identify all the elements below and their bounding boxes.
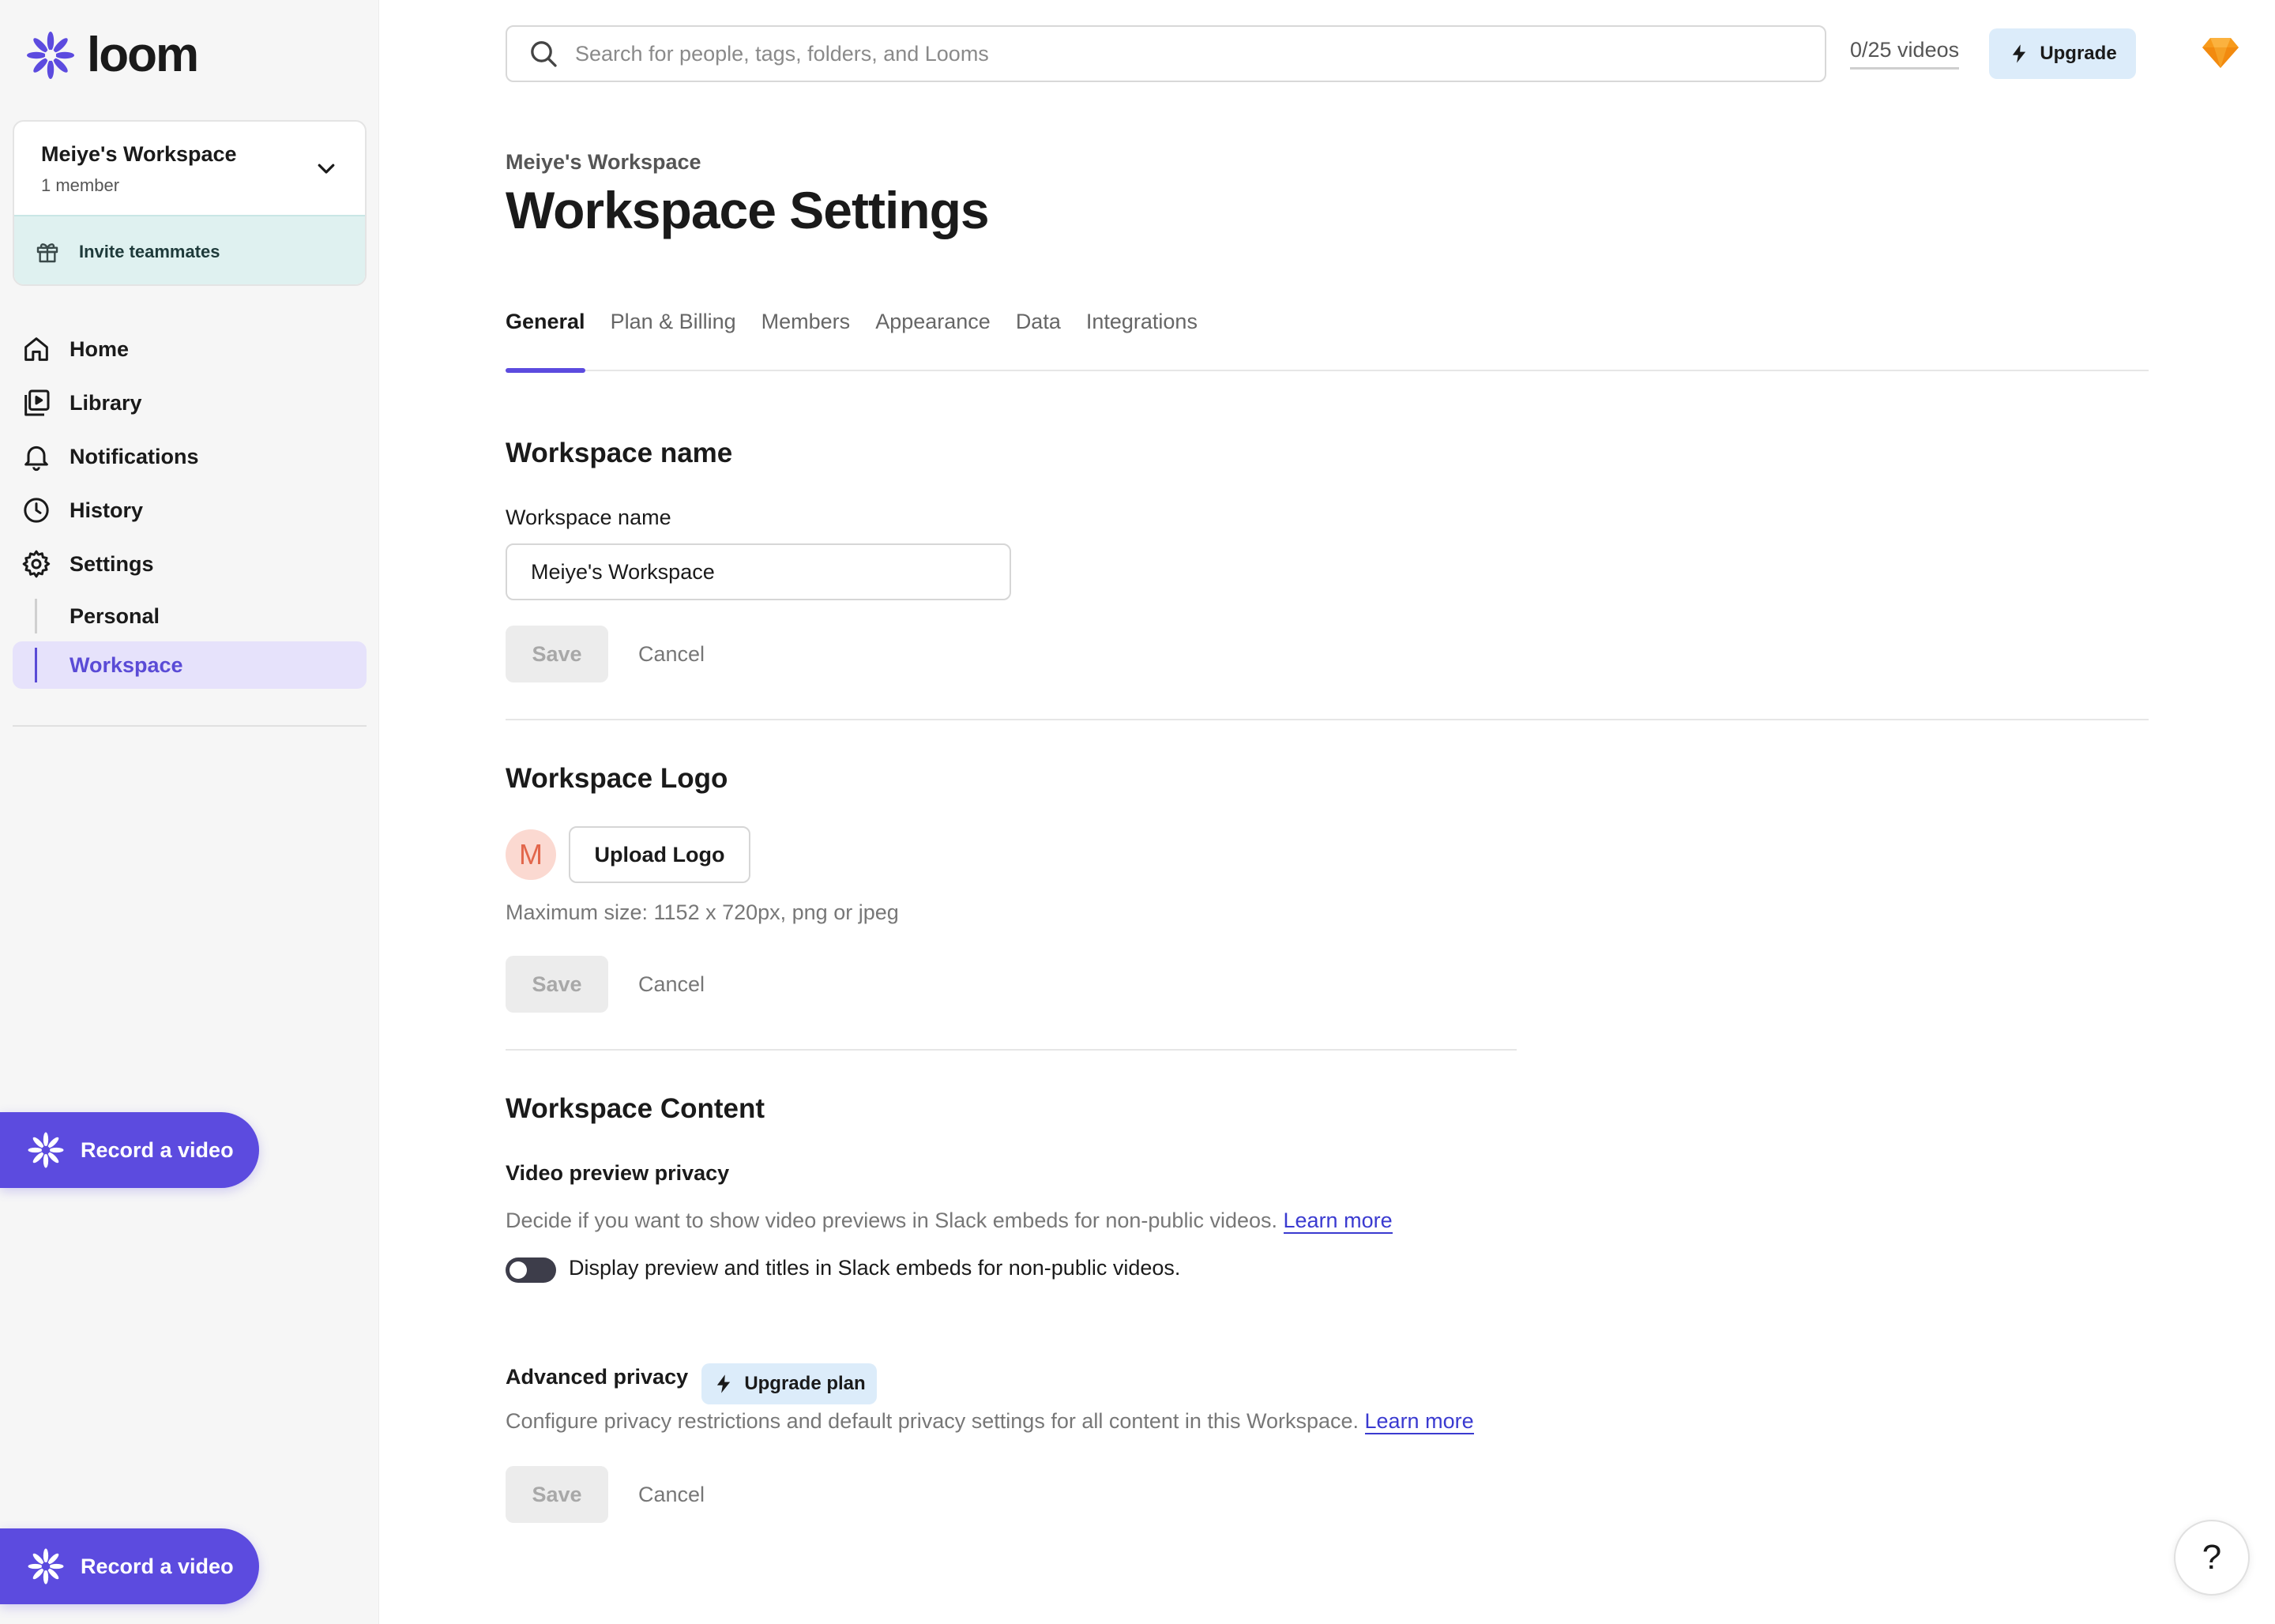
workspace-logo-heading: Workspace Logo [506,763,728,794]
sidebar-nav: Home Library Notifications History Setti… [13,322,367,689]
video-preview-privacy-label: Video preview privacy [506,1161,730,1185]
sidebar-item-notifications[interactable]: Notifications [13,430,367,483]
record-video-button[interactable]: Record a video [0,1112,259,1188]
sidebar-item-library[interactable]: Library [13,376,367,430]
description-text: Decide if you want to show video preview… [506,1209,1277,1232]
sidebar-divider [13,725,367,727]
sidebar-item-history[interactable]: History [13,483,367,537]
breadcrumb: Meiye's Workspace [506,150,701,174]
loom-burst-icon [28,1548,64,1585]
workspace-name-input[interactable] [506,543,1011,600]
workspace-name-heading: Workspace name [506,438,733,468]
workspace-content-heading: Workspace Content [506,1093,765,1124]
upgrade-plan-badge[interactable]: Upgrade plan [701,1363,877,1404]
lightning-icon [2013,44,2026,63]
slack-preview-toggle[interactable] [506,1257,556,1283]
tab-appearance[interactable]: Appearance [875,305,991,371]
learn-more-link[interactable]: Learn more [1283,1209,1393,1234]
sidebar-item-label: Library [70,390,142,415]
tab-integrations[interactable]: Integrations [1086,305,1198,371]
loom-burst-icon [27,32,74,79]
tab-plan-billing[interactable]: Plan & Billing [611,305,736,371]
home-icon [24,337,48,361]
sidebar: loom Meiye's Workspace 1 member Invite t… [0,0,379,1624]
logo-size-hint: Maximum size: 1152 x 720px, png or jpeg [506,900,899,924]
sidebar-subitem-personal[interactable]: Personal [13,592,367,640]
sidebar-item-label: Home [70,336,130,361]
upgrade-plan-label: Upgrade plan [744,1373,866,1394]
loom-logo[interactable]: loom [25,28,199,82]
sidebar-subitem-workspace[interactable]: Workspace [13,641,367,689]
tab-general[interactable]: General [506,305,585,373]
record-video-label: Record a video [81,1137,234,1162]
workspace-switcher-header[interactable]: Meiye's Workspace 1 member [14,122,365,215]
section-divider [506,719,2149,720]
sidebar-item-home[interactable]: Home [13,322,367,376]
chevron-down-icon[interactable] [314,156,338,180]
record-video-button[interactable]: Record a video [0,1528,259,1604]
library-icon [24,389,50,416]
logo-wordmark: loom [87,28,199,82]
workspace-avatar: M [506,829,556,880]
workspace-name-label: Workspace name [506,506,671,529]
sidebar-item-settings[interactable]: Settings [13,537,367,591]
gift-icon [36,243,58,263]
tab-members[interactable]: Members [761,305,851,371]
gem-icon[interactable] [2202,36,2239,70]
workspace-member-count: 1 member [41,175,120,195]
workspace-switcher: Meiye's Workspace 1 member Invite teamma… [13,120,367,286]
advanced-privacy-description: Configure privacy restrictions and defau… [506,1409,1474,1434]
lightning-icon [717,1374,731,1393]
cancel-button[interactable]: Cancel [638,1466,705,1523]
help-button[interactable]: ? [2174,1520,2250,1596]
gear-icon [22,550,51,578]
sidebar-item-label: Settings [70,551,154,576]
sidebar-item-label: History [70,498,144,522]
save-button[interactable]: Save [506,626,608,682]
cancel-button[interactable]: Cancel [638,956,705,1013]
section-divider [506,1049,1517,1051]
record-video-label: Record a video [81,1554,234,1578]
sidebar-subitem-label: Personal [70,603,160,628]
sidebar-item-label: Notifications [70,444,199,468]
upgrade-label: Upgrade [2040,43,2117,64]
tab-data[interactable]: Data [1016,305,1061,371]
description-text: Configure privacy restrictions and defau… [506,1409,1359,1433]
clock-icon [24,498,49,523]
settings-tabs: General Plan & Billing Members Appearanc… [506,305,2149,373]
invite-teammates-button[interactable]: Invite teammates [14,215,365,284]
sidebar-subitem-label: Workspace [70,652,183,677]
slack-preview-toggle-label: Display preview and titles in Slack embe… [569,1256,1181,1280]
page-title: Workspace Settings [506,181,990,239]
invite-teammates-label: Invite teammates [79,242,220,261]
save-button[interactable]: Save [506,1466,608,1523]
search-icon [531,41,557,67]
loom-burst-icon [28,1132,64,1168]
advanced-privacy-label: Advanced privacy [506,1365,689,1389]
search-input[interactable] [575,41,1760,66]
workspace-switcher-name: Meiye's Workspace [41,142,237,166]
search-bar[interactable] [506,25,1826,82]
learn-more-link[interactable]: Learn more [1364,1409,1474,1434]
cancel-button[interactable]: Cancel [638,626,705,682]
upgrade-button[interactable]: Upgrade [1989,28,2136,79]
video-preview-privacy-description: Decide if you want to show video preview… [506,1209,1393,1234]
video-count[interactable]: 0/25 videos [1850,38,1960,70]
bell-icon [24,445,48,472]
save-button[interactable]: Save [506,956,608,1013]
upload-logo-button[interactable]: Upload Logo [569,826,750,883]
